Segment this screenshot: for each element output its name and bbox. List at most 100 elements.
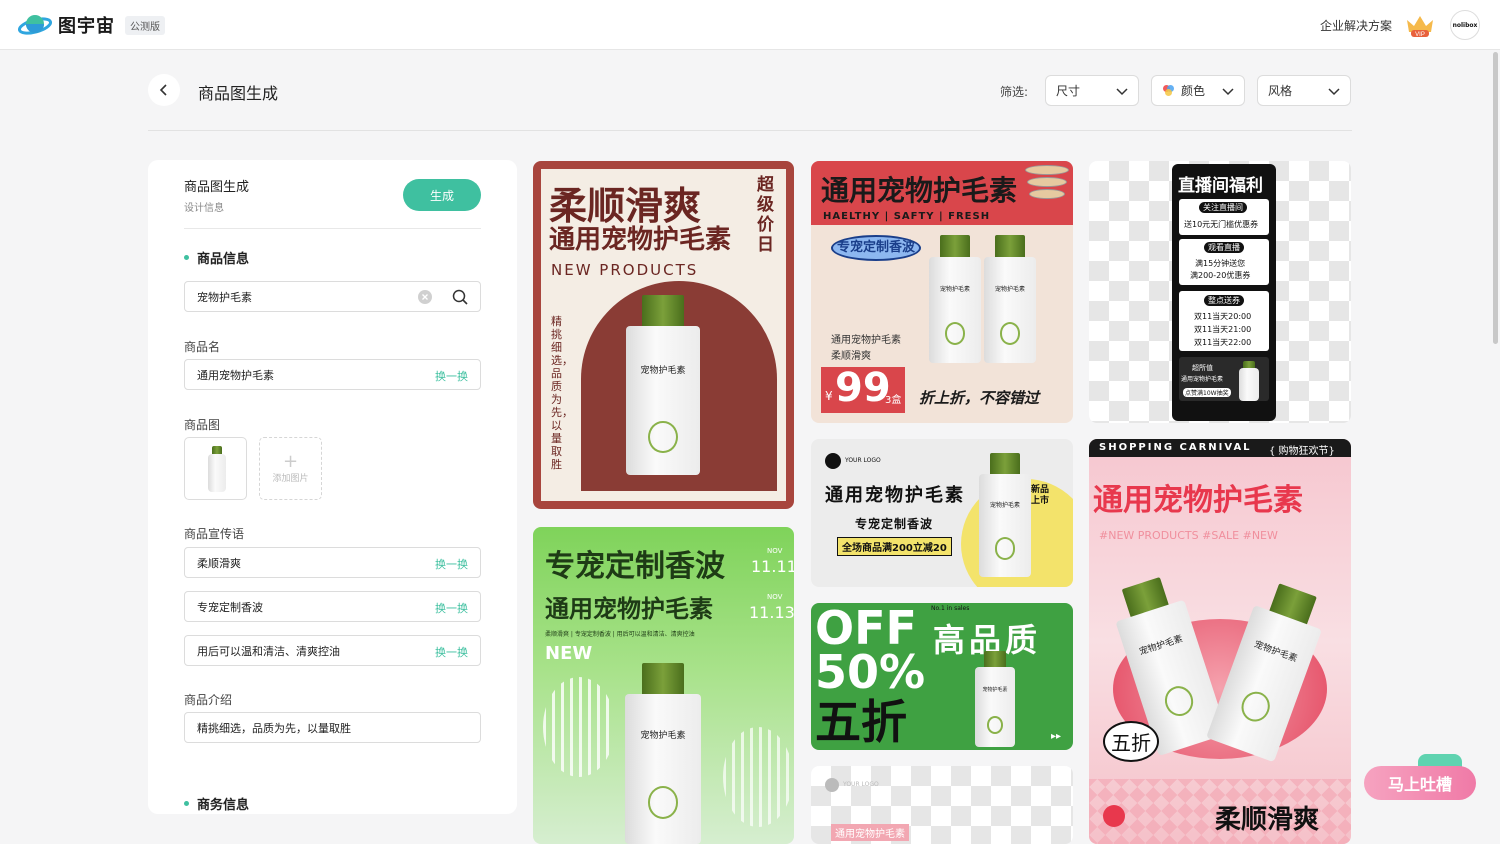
template-card-stamp[interactable]: 柔顺滑爽 通用宠物护毛素 NEW PRODUCTS 超级价日 精挑细选，品质为先… [533,161,794,509]
card5-date1: 11.11 [751,557,794,576]
business-info-heading: 商务信息 [184,794,249,813]
card2-unit: 3盒 [885,395,902,406]
card5-month2: NOV [767,593,783,601]
page-scrollbar[interactable] [1493,52,1498,344]
template-card-live[interactable]: 直播间福利 关注直播间 送10元无门槛优惠券 观看直播 满15分钟送您 满200… [1089,161,1351,423]
form-panel: 商品图生成 设计信息 生成 商品信息 宠物护毛素 商品名 通用宠物护毛素 换一换… [148,160,517,814]
card3-foot1: 超所值 [1192,364,1213,372]
card1-side-text: 超级价日 [757,175,774,255]
app-name: 图宇宙 [58,16,115,37]
product-name-label: 商品名 [184,340,221,354]
add-image-button[interactable]: + 添加图片 [259,437,322,500]
logo-circle-icon [825,453,841,469]
card3-foot3: 点赞满10W抽奖 [1183,388,1231,397]
card3-time3: 双11当天22:00 [1194,338,1252,347]
card6-sales: No.1 in sales [931,605,970,612]
sparkle-icon [1103,805,1125,827]
card3-line2a: 满15分钟送您 [1195,259,1246,268]
swap-slogan-1-button[interactable]: 换一换 [435,556,468,572]
template-card-carnival[interactable]: SHOPPING CARNIVAL { 购物狂欢节} 通用宠物护毛素 #NEW … [1089,439,1351,844]
enterprise-solutions-link[interactable]: 企业解决方案 [1320,17,1392,34]
card7-hashtags: #NEW PRODUCTS #SALE #NEW [1099,529,1278,542]
slogan-field-2[interactable]: 专宠定制香波 换一换 [184,591,481,622]
card3-tag2: 观看直播 [1204,242,1244,253]
size-filter-select[interactable]: 尺寸 [1045,75,1139,106]
panel-divider [184,228,481,229]
clear-icon[interactable] [418,290,432,304]
product-bottle: 宠物护毛素 [984,235,1036,363]
chevron-down-icon [1328,88,1340,96]
card3-time1: 双11当天20:00 [1194,312,1252,321]
product-bottle: 宠物护毛素 [626,295,700,475]
card1-new-products: NEW PRODUCTS [551,261,699,279]
card2-tags: HAELTHY | SAFTY | FRESH [823,211,991,222]
product-image-label: 商品图 [184,418,221,432]
card2-price-symbol: ¥ [825,389,833,403]
size-filter-label: 尺寸 [1056,84,1081,98]
style-filter-select[interactable]: 风格 [1257,75,1351,106]
search-icon[interactable] [452,289,468,305]
template-card-green[interactable]: 专宠定制香波 通用宠物护毛素 柔顺滑爽 | 专宠定制香波 | 用后可以温和清洁、… [533,527,794,844]
page-title: 商品图生成 [198,84,279,103]
logo-circle-icon [825,778,839,792]
card3-line2b: 满200-20优惠券 [1190,271,1251,280]
chevron-down-icon [1116,88,1128,96]
header-divider [148,130,1352,131]
product-bottle: 宠物护毛素 [625,663,701,844]
product-name-field[interactable]: 通用宠物护毛素 换一换 [184,359,481,390]
card7-tag2: { 购物狂欢节} [1269,446,1335,457]
card3-tag1: 关注直播间 [1199,202,1247,213]
card4-title: 通用宠物护毛素 [825,485,965,506]
card5-new: NEW [545,643,593,664]
card6-percent: 50% [815,645,926,699]
card5-month1: NOV [767,547,783,555]
card1-subtitle: 通用宠物护毛素 [549,225,732,255]
card2-desc1: 通用宠物护毛素 [831,335,901,346]
swap-slogan-3-button[interactable]: 换一换 [435,644,468,660]
vip-crown-icon[interactable]: VIP [1404,12,1436,38]
style-filter-label: 风格 [1268,84,1293,98]
card4-sub: 专宠定制香波 [855,517,934,531]
card5-title1: 专宠定制香波 [545,549,725,584]
card4-burst: 新品上市 [1031,485,1050,506]
color-filter-select[interactable]: 颜色 [1151,75,1245,106]
card3-time2: 双11当天21:00 [1194,325,1252,334]
filter-label: 筛选: [1000,85,1029,99]
card2-bubble: 专宠定制香波 [831,235,921,261]
search-input[interactable]: 宠物护毛素 [184,281,481,312]
card4-promo: 全场商品满200立减20 [837,537,952,556]
planet-logo-icon [17,10,53,40]
template-card-partial[interactable]: YOUR LOGO 通用宠物护毛素 [811,766,1073,844]
generate-button[interactable]: 生成 [403,179,481,211]
card7-burst: 五折 [1103,721,1159,762]
card7-tag: SHOPPING CARNIVAL [1099,442,1252,453]
svg-text:VIP: VIP [1415,32,1425,38]
product-bottle: 宠物护毛素 [975,651,1015,747]
card1-vertical-text: 精挑细选，品质为先，以量取胜 [551,315,573,471]
user-avatar[interactable]: nolibox [1450,10,1480,40]
product-bottle: 宠物护毛素 [929,235,981,363]
slogan-field-3[interactable]: 用后可以温和清洁、清爽控油 换一换 [184,635,481,666]
template-card-off[interactable]: No.1 in sales OFF 50% 五折 高品质 宠物护毛素 ▸▸ [811,603,1073,750]
feedback-button[interactable]: 马上吐槽 [1364,766,1476,800]
logo[interactable]: 图宇宙 公测版 [17,10,165,40]
chevron-left-icon [159,84,167,96]
card5-date2: 11.13 [749,603,794,622]
product-info-heading: 商品信息 [184,248,249,267]
card5-small: 柔顺滑爽 | 专宠定制香波 | 用后可以温和清洁、清爽控油 [545,631,695,638]
slogan-field-1[interactable]: 柔顺滑爽 换一换 [184,547,481,578]
product-image-thumbnail[interactable] [184,437,247,500]
plus-icon: + [282,451,299,472]
template-card-yellow[interactable]: YOUR LOGO 通用宠物护毛素 专宠定制香波 全场商品满200立减20 宠物… [811,439,1073,587]
card3-tag3: 整点送券 [1204,295,1244,306]
fast-forward-icon: ▸▸ [1051,731,1062,742]
template-card-price[interactable]: 通用宠物护毛素 HAELTHY | SAFTY | FRESH 专宠定制香波 通… [811,161,1073,423]
back-button[interactable] [148,74,180,106]
card6-cn: 五折 [815,695,907,749]
swap-name-button[interactable]: 换一换 [435,368,468,384]
card2-desc2: 柔顺滑爽 [831,351,871,362]
product-intro-field[interactable]: 精挑细选，品质为先，以量取胜 [184,712,481,743]
intro-label: 商品介绍 [184,693,233,707]
swap-slogan-2-button[interactable]: 换一换 [435,600,468,616]
card5-title2: 通用宠物护毛素 [545,595,713,623]
